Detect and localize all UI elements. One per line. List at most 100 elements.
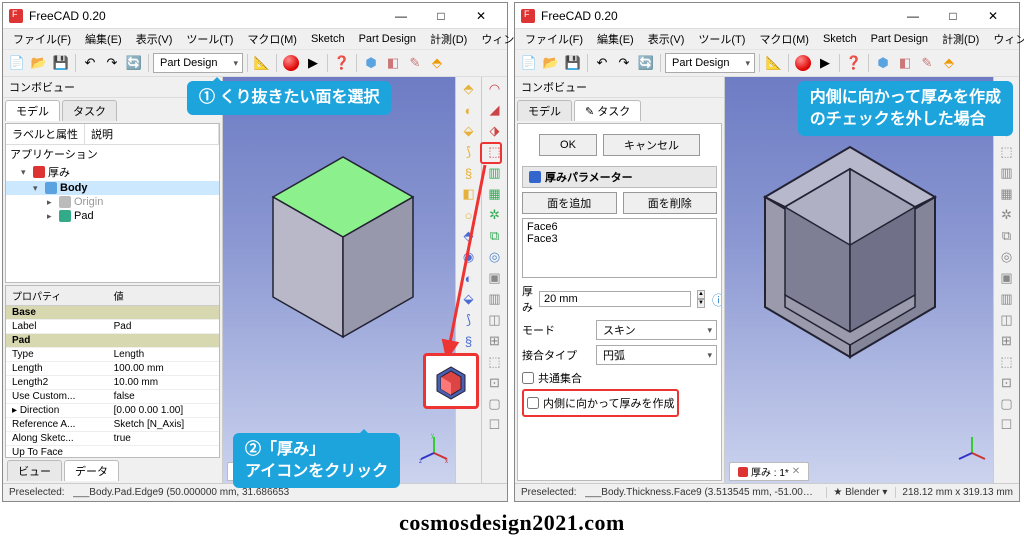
menu-sketch[interactable]: Sketch — [305, 32, 351, 46]
join-select[interactable]: 円弧 — [596, 345, 717, 365]
maximize-button[interactable]: □ — [421, 4, 461, 28]
3d-viewport[interactable]: y x z 厚み : 1*✕ — [223, 77, 455, 483]
tree-pad[interactable]: ▸Pad — [6, 209, 219, 223]
mode-select[interactable]: スキン — [596, 320, 717, 340]
tree-body[interactable]: ▾Body — [6, 181, 219, 195]
edit-sketch-icon[interactable]: ✎ — [405, 53, 425, 73]
menu-measure[interactable]: 計測(D) — [424, 30, 473, 48]
revolve-icon[interactable]: ◐ — [459, 100, 479, 120]
view6-icon[interactable]: ⊡ — [997, 373, 1017, 393]
view6-icon[interactable]: ⊡ — [485, 373, 505, 393]
model-tree[interactable]: ラベルと属性説明 アプリケーション ▾厚み ▾Body ▸Origin ▸Pad — [5, 123, 220, 283]
loft-icon[interactable]: ⬙ — [459, 121, 479, 141]
menu-view[interactable]: 表示(V) — [642, 30, 691, 48]
menu-view[interactable]: 表示(V) — [130, 30, 179, 48]
open-icon[interactable]: 📂 — [29, 53, 49, 73]
add-face-button[interactable]: 面を追加 — [522, 192, 617, 214]
3d-viewport[interactable]: 厚み : 1*✕ — [725, 77, 993, 483]
macro-icon[interactable]: ▶ — [303, 53, 323, 73]
redo-icon[interactable]: ↷ — [614, 53, 634, 73]
view5-icon[interactable]: ⬚ — [997, 352, 1017, 372]
save-icon[interactable]: 💾 — [563, 53, 583, 73]
undo-icon[interactable]: ↶ — [80, 53, 100, 73]
tree-doc[interactable]: ▾厚み — [6, 163, 219, 181]
edit-sketch-icon[interactable]: ✎ — [917, 53, 937, 73]
mirror-icon[interactable]: ▥ — [997, 163, 1017, 183]
measure-icon[interactable]: 📐 — [252, 53, 272, 73]
view3-icon[interactable]: ◫ — [997, 310, 1017, 330]
sketch-icon[interactable]: ◧ — [383, 53, 403, 73]
tab-view[interactable]: ビュー — [7, 460, 62, 481]
view7-icon[interactable]: ▢ — [485, 394, 505, 414]
view-icon[interactable]: ▣ — [997, 268, 1017, 288]
menu-macro[interactable]: マクロ(M) — [753, 30, 815, 48]
view8-icon[interactable]: ☐ — [997, 415, 1017, 435]
new-icon[interactable]: 📄 — [519, 53, 539, 73]
view8-icon[interactable]: ☐ — [485, 415, 505, 435]
redo-icon[interactable]: ↷ — [102, 53, 122, 73]
list-item[interactable]: Face6 — [527, 221, 712, 233]
whatsthis-icon[interactable]: ❓ — [332, 53, 352, 73]
menu-edit[interactable]: 編集(E) — [591, 30, 640, 48]
menu-sketch[interactable]: Sketch — [817, 32, 863, 46]
tool-icon[interactable]: ⬘ — [427, 53, 447, 73]
body-icon[interactable]: ⬢ — [873, 53, 893, 73]
whatsthis-icon[interactable]: ❓ — [844, 53, 864, 73]
thickness-icon[interactable]: ⬚ — [997, 142, 1017, 162]
tree-origin[interactable]: ▸Origin — [6, 195, 219, 209]
menu-window[interactable]: ウィンドウ(W) — [987, 30, 1024, 48]
tool-icon[interactable]: ⬘ — [939, 53, 959, 73]
pad-icon[interactable]: ⬘ — [459, 79, 479, 99]
sketch-icon[interactable]: ◧ — [895, 53, 915, 73]
minimize-button[interactable]: — — [893, 4, 933, 28]
menu-file[interactable]: ファイル(F) — [519, 30, 589, 48]
measure-icon[interactable]: 📐 — [764, 53, 784, 73]
menu-partdesign[interactable]: Part Design — [865, 32, 934, 46]
menu-measure[interactable]: 計測(D) — [936, 30, 985, 48]
menu-tools[interactable]: ツール(T) — [180, 30, 239, 48]
close-button[interactable]: ✕ — [973, 4, 1013, 28]
body-icon[interactable]: ⬢ — [361, 53, 381, 73]
menu-file[interactable]: ファイル(F) — [7, 30, 77, 48]
thickness-spinner[interactable]: ▲▼ — [697, 290, 705, 308]
face-list[interactable]: Face6 Face3 — [522, 218, 717, 278]
maximize-button[interactable]: □ — [933, 4, 973, 28]
expr-icon[interactable]: ⓘ — [711, 289, 722, 309]
tab-task[interactable]: タスク — [62, 100, 117, 121]
boolean-icon[interactable]: ◎ — [997, 247, 1017, 267]
workbench-selector[interactable]: Part Design — [153, 53, 243, 73]
tab-model[interactable]: モデル — [517, 100, 572, 121]
fillet-icon[interactable]: ◠ — [485, 79, 505, 99]
cancel-button[interactable]: キャンセル — [603, 134, 700, 156]
intersection-checkbox[interactable]: 共通集合 — [522, 370, 717, 386]
nav-axes-icon[interactable] — [957, 433, 987, 463]
nav-axes-icon[interactable]: y x z — [419, 433, 449, 463]
inward-checkbox[interactable]: 内側に向かって厚みを作成 — [527, 395, 674, 411]
macro-icon[interactable]: ▶ — [815, 53, 835, 73]
tab-data[interactable]: データ — [64, 460, 119, 481]
close-button[interactable]: ✕ — [461, 4, 501, 28]
save-icon[interactable]: 💾 — [51, 53, 71, 73]
sweep-icon[interactable]: ⟆ — [459, 142, 479, 162]
workbench-selector[interactable]: Part Design — [665, 53, 755, 73]
chamfer-icon[interactable]: ◢ — [485, 100, 505, 120]
refresh-icon[interactable]: 🔄 — [636, 53, 656, 73]
tab-model[interactable]: モデル — [5, 100, 60, 121]
open-icon[interactable]: 📂 — [541, 53, 561, 73]
document-tab[interactable]: 厚み : 1*✕ — [729, 462, 809, 481]
view2-icon[interactable]: ▥ — [997, 289, 1017, 309]
refresh-icon[interactable]: 🔄 — [124, 53, 144, 73]
view4-icon[interactable]: ⊞ — [997, 331, 1017, 351]
thickness-input[interactable] — [539, 291, 691, 307]
multitrans-icon[interactable]: ⧉ — [997, 226, 1017, 246]
undo-icon[interactable]: ↶ — [592, 53, 612, 73]
linpattern-icon[interactable]: ▦ — [997, 184, 1017, 204]
draft-icon[interactable]: ⬗ — [485, 121, 505, 141]
list-item[interactable]: Face3 — [527, 233, 712, 245]
record-macro-icon[interactable] — [793, 53, 813, 73]
property-panel[interactable]: プロパティ値 Base LabelPad Pad TypeLength Leng… — [5, 285, 220, 458]
del-face-button[interactable]: 面を削除 — [623, 192, 718, 214]
menu-partdesign[interactable]: Part Design — [353, 32, 422, 46]
minimize-button[interactable]: — — [381, 4, 421, 28]
record-macro-icon[interactable] — [281, 53, 301, 73]
